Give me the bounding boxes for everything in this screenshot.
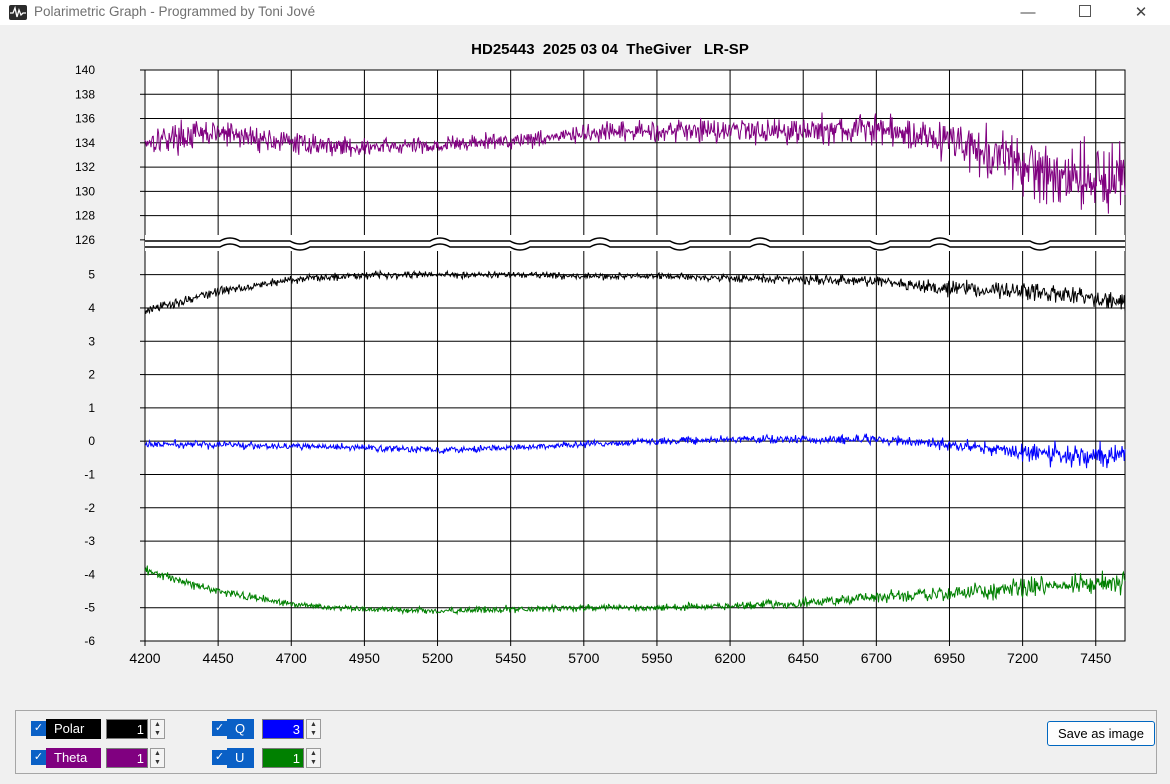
theta-spinner[interactable]: ▲ ▼ [150,748,165,768]
q-check-icon: ✓ [212,721,227,736]
upper-y-tick-label: 128 [75,209,95,223]
q-width-input[interactable]: 3 [262,719,304,739]
x-tick-label: 5200 [422,650,453,666]
theta-check-icon: ✓ [31,750,46,765]
maximize-button[interactable] [1062,0,1108,25]
upper-y-tick-label: 136 [75,112,95,126]
u-spinner[interactable]: ▲ ▼ [306,748,321,768]
theta-label: Theta [46,748,101,768]
spin-up-icon: ▲ [154,721,161,728]
q-spinner[interactable]: ▲ ▼ [306,719,321,739]
minimize-button[interactable]: — [1005,0,1051,25]
lower-y-tick-label: -3 [84,534,95,548]
x-tick-label: 4700 [276,650,307,666]
app-waveform-icon [9,5,27,20]
lower-y-tick-label: 0 [88,434,95,448]
spin-down-icon: ▼ [310,759,317,766]
x-tick-label: 4950 [349,650,380,666]
maximize-icon [1079,5,1091,17]
spin-up-icon: ▲ [310,721,317,728]
q-checkbox[interactable]: ✓ Q [212,719,254,739]
polar-check-icon: ✓ [31,721,46,736]
x-tick-label: 6950 [934,650,965,666]
lower-y-tick-label: 1 [88,401,95,415]
polar-width-input[interactable]: 1 [106,719,148,739]
spin-down-icon: ▼ [154,730,161,737]
lower-y-tick-label: -1 [84,467,95,481]
x-tick-label: 5950 [641,650,672,666]
x-tick-label: 5700 [568,650,599,666]
polarimetric-chart: HD25443 2025 03 04 TheGiver LR-SP 4200 44… [75,41,1126,666]
x-tick-label: 6450 [788,650,819,666]
x-tick-label: 7200 [1007,650,1038,666]
x-tick-label: 7450 [1080,650,1111,666]
u-label: U [227,748,254,768]
x-tick-label: 4200 [129,650,160,666]
u-checkbox[interactable]: ✓ U [212,748,254,768]
lower-y-tick-label: 4 [88,301,95,315]
polar-label: Polar [46,719,101,739]
theta-width-input[interactable]: 1 [106,748,148,768]
lower-y-tick-label: 5 [88,268,95,282]
title-bar: Polarimetric Graph - Programmed by Toni … [0,0,1170,25]
upper-y-tick-label: 130 [75,184,95,198]
upper-y-tick-label: 132 [75,160,95,174]
upper-y-tick-label: 134 [75,136,95,150]
axis-break [145,235,1125,251]
plot-area [144,69,1126,642]
q-label: Q [227,719,254,739]
series-controls-panel: ✓ Polar 1 ▲ ▼ ✓ Theta 1 ▲ ▼ ✓ Q 3 ▲ ▼ ✓ U 1… [15,710,1157,774]
window-title: Polarimetric Graph - Programmed by Toni … [34,4,316,19]
lower-y-tick-label: -5 [84,601,95,615]
x-tick-label: 4450 [203,650,234,666]
lower-y-tick-label: -2 [84,501,95,515]
upper-y-tick-label: 140 [75,63,95,77]
polar-checkbox[interactable]: ✓ Polar [31,719,101,739]
lower-y-tick-label: 3 [88,334,95,348]
spin-down-icon: ▼ [154,759,161,766]
x-tick-label: 6200 [714,650,745,666]
polar-spinner[interactable]: ▲ ▼ [150,719,165,739]
upper-y-tick-label: 126 [75,233,95,247]
lower-y-tick-label: -4 [84,567,95,581]
theta-checkbox[interactable]: ✓ Theta [31,748,101,768]
spin-up-icon: ▲ [310,750,317,757]
u-width-input[interactable]: 1 [262,748,304,768]
spin-down-icon: ▼ [310,730,317,737]
u-check-icon: ✓ [212,750,227,765]
spin-up-icon: ▲ [154,750,161,757]
x-tick-label: 5450 [495,650,526,666]
chart-title: HD25443 2025 03 04 TheGiver LR-SP [471,41,749,58]
save-as-image-button[interactable]: Save as image [1047,721,1155,746]
lower-y-tick-label: -6 [84,634,95,648]
upper-y-tick-label: 138 [75,87,95,101]
x-tick-label: 6700 [861,650,892,666]
lower-y-tick-label: 2 [88,368,95,382]
close-button[interactable]: ✕ [1118,0,1164,25]
